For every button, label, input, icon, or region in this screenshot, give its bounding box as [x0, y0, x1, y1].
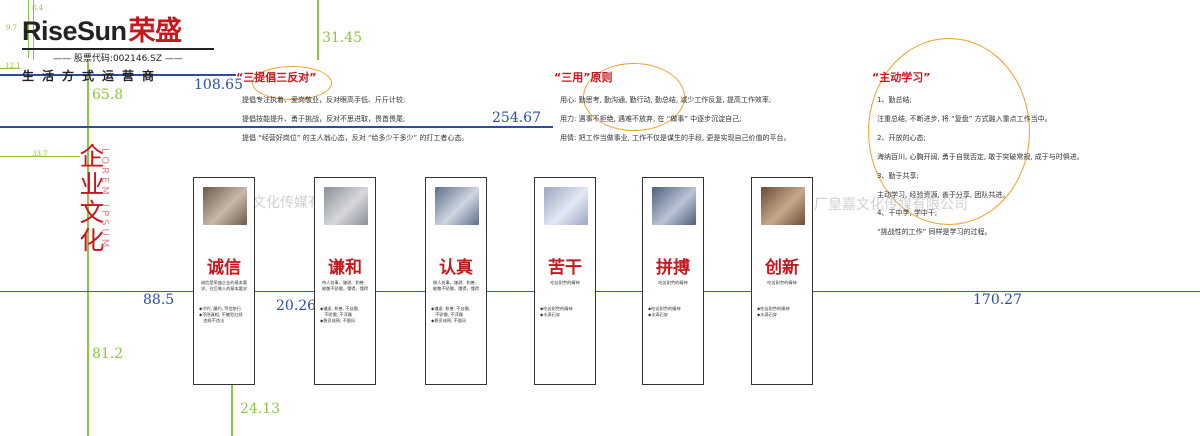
- guide-blue-line: [0, 126, 553, 128]
- card-bullet: ◆稳妥成熟, 不跟风: [320, 318, 356, 323]
- section-line: 用情: 把工作当做事业, 工作不仅是谋生的手段, 更是实现自己价值的平台。: [560, 134, 791, 142]
- card-title: 谦和: [328, 258, 362, 278]
- card-title: 诚信: [207, 258, 241, 278]
- guide-label: 9.7: [6, 24, 18, 32]
- value-card: 创新吃苦耐劳的精神 ◆吃苦耐劳的精神 ◆水滴石穿: [751, 177, 813, 385]
- guide-label: 65.8: [92, 87, 124, 103]
- section-title: “三用”原则: [554, 71, 613, 84]
- logo-rule: [22, 48, 214, 50]
- guide-label: 20.26: [276, 298, 317, 314]
- guide-label: 254.67: [492, 110, 541, 126]
- card-bullets: ◆吃苦耐劳的精神 ◆水滴石穿: [757, 306, 809, 318]
- guide-label: 8.4: [32, 4, 44, 12]
- side-title-latin: LOREM IPSUM: [99, 148, 110, 251]
- guide-label: 170.27: [973, 292, 1022, 308]
- logo-wordmark: RiseSun荣盛: [22, 16, 222, 46]
- card-bullet: ◆稳妥成熟, 不跟风: [431, 318, 467, 323]
- card-description: 做人处事，谦逊、和善、能敬不骄傲，懂得，懂得: [432, 280, 480, 291]
- card-title: 拼搏: [656, 258, 690, 278]
- company-logo: RiseSun荣盛 —— 股票代码:002146.SZ —— 生活方式运营商: [22, 16, 222, 84]
- guide-label: 81.2: [92, 346, 124, 362]
- guide-label: 33.7: [32, 150, 48, 158]
- card-photo: [435, 187, 479, 225]
- section-line: 海纳百川, 心胸开阔, 勇于自我否定, 敢于突破常规, 成于与时俱进。: [877, 153, 1084, 161]
- section-line: 1、勤总结;: [877, 96, 912, 104]
- card-photo: [203, 187, 247, 225]
- card-description: 吃苦耐劳的精神: [658, 280, 688, 285]
- card-photo: [652, 187, 696, 225]
- logo-slogan: 生活方式运营商: [22, 69, 163, 83]
- value-card: 诚信诚信是荣盛企业的基本要求，往后做人的基本要求 ◆守约, 履约, 笃信依行 ◆不隐…: [193, 177, 255, 385]
- section-line: 3、勤于共享;: [877, 172, 919, 180]
- card-bullets: ◆谦虚, 和善, 不自傲, 不骄傲, 不浮躁 ◆稳妥成熟, 不跟风: [431, 306, 483, 324]
- watermark: 大厂皇嘉文化传媒有限公司: [800, 197, 968, 213]
- card-bullet: ◆水滴石穿: [540, 312, 560, 317]
- value-card: 苦干吃苦耐劳的精神 ◆吃苦耐劳的精神 ◆水滴石穿: [534, 177, 596, 385]
- logo-brand-latin: RiseSun: [22, 16, 127, 46]
- section-title: “三提倡三反对”: [236, 71, 317, 84]
- card-bullets: ◆吃苦耐劳的精神 ◆水滴石穿: [648, 306, 700, 318]
- guide-label: 31.45: [322, 30, 363, 46]
- section-line: 提倡专注执着、爱岗敬业，反对眼高手低、斤斤计较;: [242, 96, 406, 104]
- section-line: “挑战性的工作” 同样是学习的过程。: [877, 228, 992, 236]
- guide-label: 88.5: [143, 292, 175, 308]
- guide-label: 12.1: [5, 62, 21, 70]
- card-photo: [324, 187, 368, 225]
- section-title: “主动学习”: [872, 71, 931, 84]
- card-description: 吃苦耐劳的精神: [767, 280, 797, 285]
- section-line: 用力: 遇事不拒绝, 遇难不放弃, 在 “做事” 中逐步沉淀自己;: [560, 115, 742, 123]
- card-bullet: 违规不违法: [199, 318, 225, 323]
- value-card: 认真做人处事，谦逊、和善、能敬不骄傲，懂得，懂得 ◆谦虚, 和善, 不自傲, 不骄…: [425, 177, 487, 385]
- value-card: 谦和待人处事，谦逊、和善、能敬不骄傲，懂得，懂得 ◆谦虚, 和善, 不自傲, 不骄…: [314, 177, 376, 385]
- card-photo: [544, 187, 588, 225]
- card-description: 诚信是荣盛企业的基本要求，往后做人的基本要求: [200, 280, 248, 291]
- card-title: 创新: [765, 258, 799, 278]
- card-description: 待人处事，谦逊、和善、能敬不骄傲，懂得，懂得: [321, 280, 369, 291]
- stock-code: —— 股票代码:002146.SZ ——: [53, 54, 183, 64]
- card-bullets: ◆吃苦耐劳的精神 ◆水滴石穿: [540, 306, 592, 318]
- section-line: 提倡技能提升、勇于挑战，反对不思进取，畏首畏尾;: [242, 115, 406, 123]
- card-photo: [761, 187, 805, 225]
- card-bullets: ◆谦虚, 和善, 不自傲, 不骄傲, 不浮躁 ◆稳妥成熟, 不跟风: [320, 306, 372, 324]
- value-card: 拼搏吃苦耐劳的精神 ◆吃苦耐劳的精神 ◆水滴石穿: [642, 177, 704, 385]
- card-bullet: ◆水滴石穿: [648, 312, 668, 317]
- logo-brand-cn: 荣盛: [128, 16, 183, 46]
- guide-vertical-line: [317, 0, 319, 60]
- card-title: 认真: [439, 258, 473, 278]
- section-line: 2、开放的心态;: [877, 134, 926, 142]
- section-line: 注重总结, 不断进步, 将 “复盘” 方式融入重点工作当中。: [877, 115, 1052, 123]
- card-bullets: ◆守约, 履约, 笃信依行 ◆不隐真相, 不触犯红线 违规不违法: [199, 306, 251, 324]
- card-bullet: ◆水滴石穿: [757, 312, 777, 317]
- card-description: 吃苦耐劳的精神: [550, 280, 580, 285]
- section-line: 用心: 勤思考, 勤沟通, 勤行动, 勤总结, 减少工作反复, 提高工作效率;: [560, 96, 772, 104]
- section-line: 提倡 “经营好岗位” 的主人翁心态，反对 “给多少干多少” 的打工者心态。: [242, 134, 469, 142]
- guide-vertical-line: [231, 383, 233, 436]
- card-title: 苦干: [548, 258, 582, 278]
- guide-label: 24.13: [240, 401, 281, 417]
